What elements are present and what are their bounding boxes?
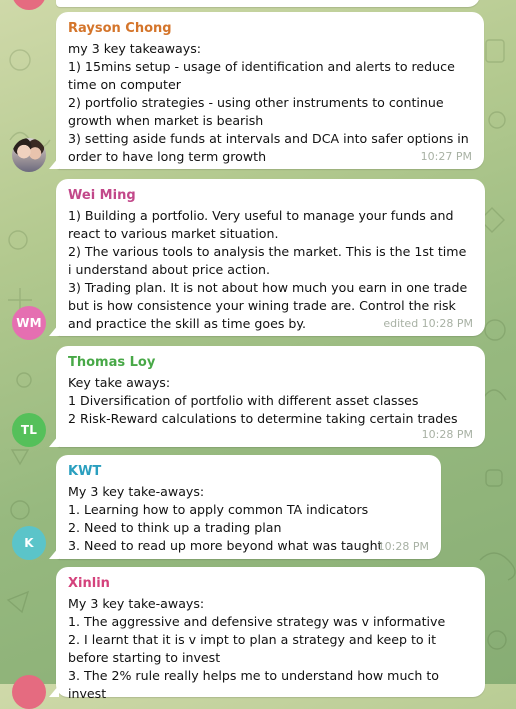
sender-name[interactable]: Thomas Loy bbox=[68, 354, 473, 371]
message-text: my 3 key takeaways: 1) 15mins setup - us… bbox=[68, 41, 469, 164]
message-text: My 3 key take-aways: 1. The aggressive a… bbox=[68, 596, 446, 701]
sender-name[interactable]: Wei Ming bbox=[68, 187, 473, 204]
message-time: edited 10:28 PM bbox=[383, 317, 473, 330]
avatar-photo[interactable] bbox=[12, 138, 46, 172]
message-time: 10:28 PM bbox=[421, 428, 473, 441]
message-text: Key take aways: 1 Diversification of por… bbox=[68, 375, 458, 426]
avatar-initials[interactable]: K bbox=[12, 526, 46, 560]
sender-name[interactable]: KWT bbox=[68, 463, 429, 480]
message-bubble: Thomas Loy Key take aways: 1 Diversifica… bbox=[56, 346, 485, 447]
avatar-initials[interactable]: WM bbox=[12, 306, 46, 340]
message-bubble: Rayson Chong my 3 key takeaways: 1) 15mi… bbox=[56, 12, 484, 169]
message-text: My 3 key take-aways: 1. Learning how to … bbox=[68, 484, 383, 553]
avatar-initials[interactable]: TL bbox=[12, 413, 46, 447]
avatar-initials[interactable] bbox=[12, 675, 46, 709]
message-bubble bbox=[56, 0, 480, 7]
sender-name[interactable]: Rayson Chong bbox=[68, 20, 472, 37]
message-bubble: KWT My 3 key take-aways: 1. Learning how… bbox=[56, 455, 441, 559]
message-text: 1) Building a portfolio. Very useful to … bbox=[68, 208, 468, 331]
chat-messages-area[interactable]: Rayson Chong my 3 key takeaways: 1) 15mi… bbox=[0, 0, 516, 709]
message-bubble: Xinlin My 3 key take-aways: 1. The aggre… bbox=[56, 567, 485, 701]
message-bubble: Wei Ming 1) Building a portfolio. Very u… bbox=[56, 179, 485, 336]
sender-name[interactable]: Xinlin bbox=[68, 575, 473, 592]
message-time: 10:28 PM bbox=[377, 540, 429, 553]
avatar[interactable] bbox=[12, 0, 46, 10]
message-time: 10:27 PM bbox=[420, 150, 472, 163]
